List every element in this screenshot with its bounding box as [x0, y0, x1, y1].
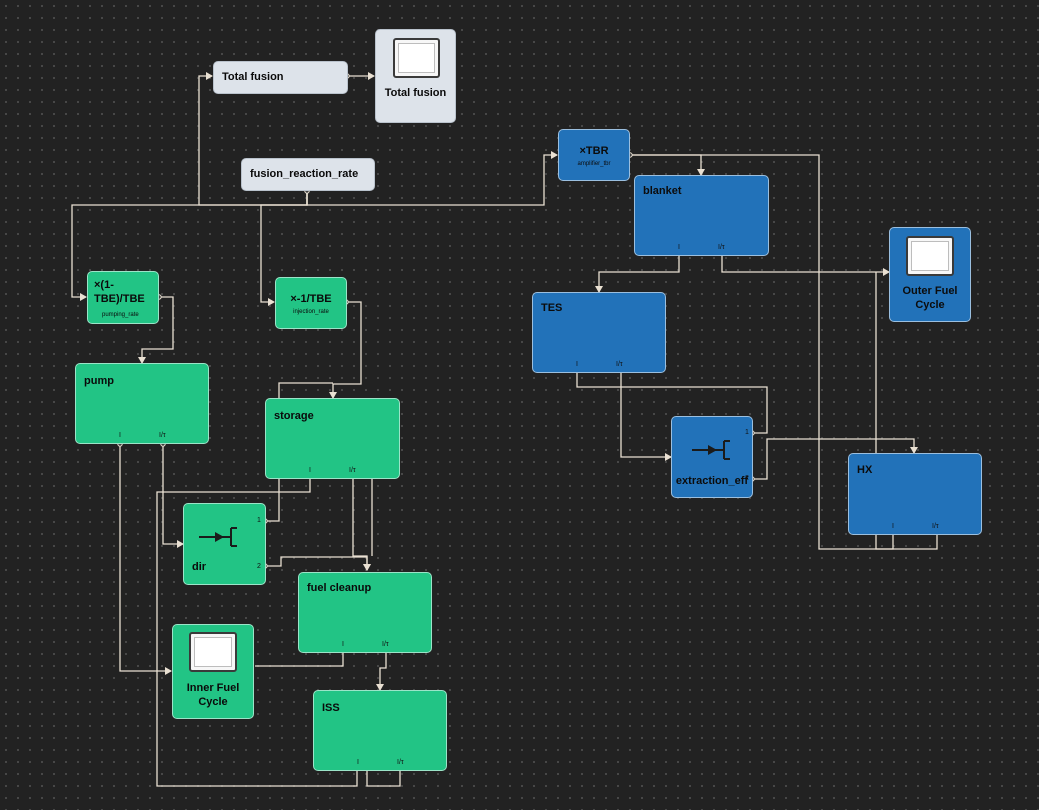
port-label-i: I — [342, 641, 344, 648]
port-label-i-tau: I/τ — [382, 641, 389, 648]
total-fusion-scope[interactable]: Total fusion — [375, 29, 456, 123]
block-title: pump — [84, 375, 114, 387]
port-label-i-tau: I/τ — [349, 467, 356, 474]
block-title: fuel cleanup — [307, 582, 372, 594]
dir-block[interactable]: dir 1 2 — [183, 503, 266, 585]
hx-block[interactable]: HX I I/τ — [848, 453, 982, 535]
pump-block[interactable]: pump I I/τ — [75, 363, 209, 444]
block-subtitle: amplifier_tbr — [577, 161, 611, 167]
block-title: TES — [541, 302, 563, 314]
scope-screen-icon — [393, 38, 440, 78]
block-title: Outer Fuel Cycle — [902, 285, 958, 311]
injection-rate-block[interactable]: ×-1/TBE injection_rate — [275, 277, 347, 329]
iss-block[interactable]: ISS I I/τ — [313, 690, 447, 771]
extraction-eff-block[interactable]: extraction_eff 1 2 — [671, 416, 753, 498]
block-title: ×(1- TBE)/TBE — [94, 279, 145, 305]
port-label-i: I — [357, 759, 359, 766]
fuel-cleanup-block[interactable]: fuel cleanup I I/τ — [298, 572, 432, 653]
block-title: fusion_reaction_rate — [250, 168, 359, 180]
block-title: ISS — [322, 702, 340, 714]
switch-icon — [199, 527, 237, 547]
block-subtitle: pumping_rate — [102, 312, 139, 318]
block-title: Inner Fuel Cycle — [186, 682, 240, 708]
block-title: Total fusion — [384, 87, 447, 99]
port-label-2: 2 — [745, 475, 749, 482]
wire-tbr-to-blanket — [630, 154, 705, 176]
port-label-i: I — [892, 523, 894, 530]
wire-blanket-to-tes — [595, 253, 680, 293]
port-label-1: 1 — [745, 429, 749, 436]
block-title: ×TBR — [579, 145, 609, 157]
inner-fuel-cycle-scope[interactable]: Inner Fuel Cycle — [172, 624, 254, 719]
scope-screen-icon — [189, 632, 237, 672]
block-subtitle: injection_rate — [293, 309, 329, 315]
blanket-block[interactable]: blanket I I/τ — [634, 175, 769, 256]
block-title: blanket — [643, 185, 682, 197]
port-label-i-tau: I/τ — [932, 523, 939, 530]
block-title: dir — [192, 561, 207, 573]
outer-fuel-cycle-scope[interactable]: Outer Fuel Cycle — [889, 227, 971, 322]
block-title: HX — [857, 464, 873, 476]
storage-block[interactable]: storage I I/τ — [265, 398, 400, 479]
port-label-1: 1 — [257, 517, 261, 524]
wire-storage-to-fuel-cleanup — [352, 476, 371, 571]
block-title: ×-1/TBE — [290, 293, 332, 305]
port-label-i: I — [309, 467, 311, 474]
port-label-i-tau: I/τ — [616, 361, 623, 368]
block-title: storage — [274, 410, 314, 422]
amplifier-tbr-block[interactable]: ×TBR amplifier_tbr — [558, 129, 630, 181]
wire-tes-to-extraction — [620, 369, 672, 461]
port-label-2: 2 — [257, 563, 261, 570]
port-label-i-tau: I/τ — [718, 244, 725, 251]
port-label-i-tau: I/τ — [397, 759, 404, 766]
wire-pump-to-dir — [162, 444, 184, 548]
scope-screen-icon — [906, 236, 954, 276]
block-title: extraction_eff — [675, 475, 749, 487]
port-label-i: I — [119, 432, 121, 439]
wire-dir-to-fuel-cleanup — [265, 556, 371, 571]
total-fusion-block[interactable]: Total fusion — [213, 61, 348, 94]
port-label-i: I — [678, 244, 680, 251]
port-label-i-tau: I/τ — [159, 432, 166, 439]
fusion-reaction-rate-block[interactable]: fusion_reaction_rate — [241, 158, 375, 191]
diagram-canvas[interactable]: Total fusion Total fusion fusion_reactio… — [0, 0, 1039, 810]
pumping-rate-block[interactable]: ×(1- TBE)/TBE pumping_rate — [87, 271, 159, 324]
port-label-i: I — [576, 361, 578, 368]
wire-pump-to-inner-scope — [119, 444, 172, 675]
tes-block[interactable]: TES I I/τ — [532, 292, 666, 373]
block-title: Total fusion — [222, 71, 284, 83]
switch-icon — [692, 440, 730, 460]
wire-fuel-cleanup-to-iss — [376, 650, 387, 691]
